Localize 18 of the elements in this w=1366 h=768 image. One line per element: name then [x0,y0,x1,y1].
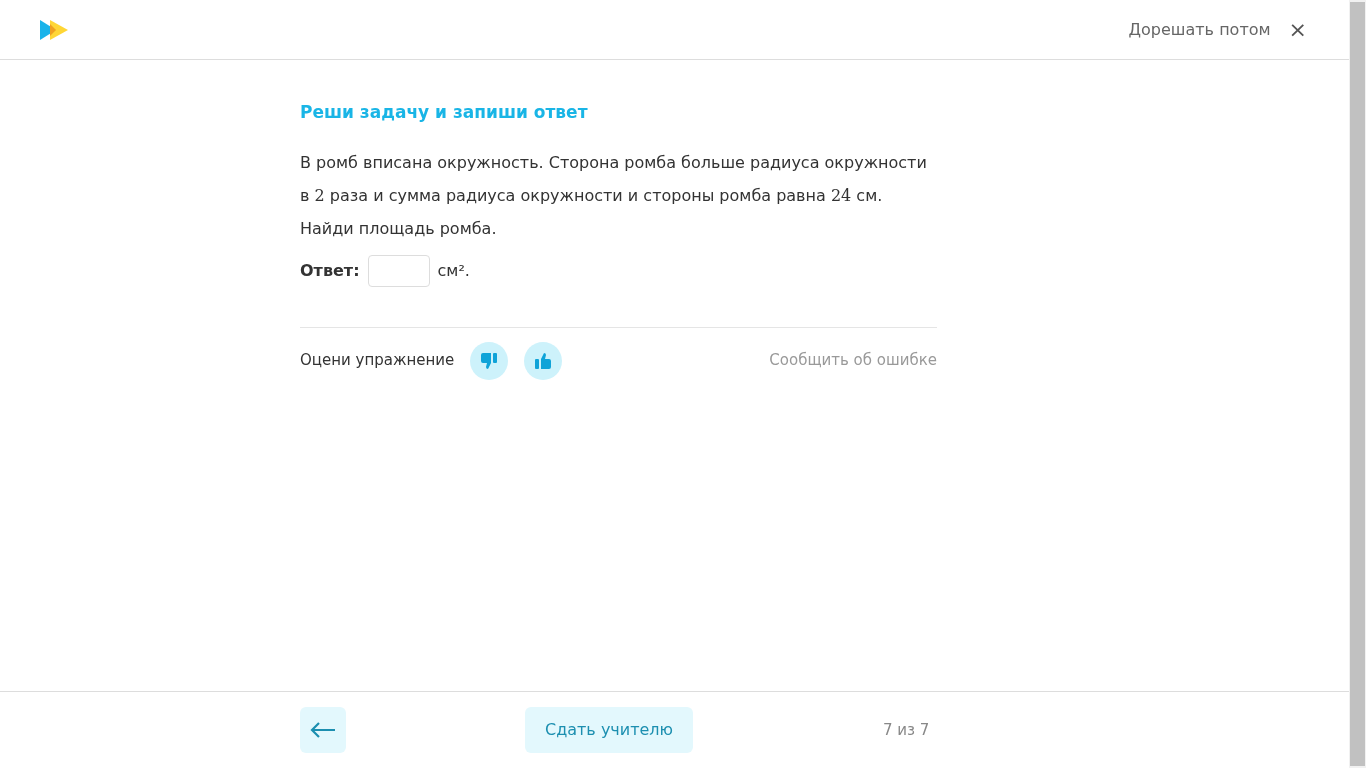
logo-icon [38,18,70,41]
unit-label: см². [437,259,470,282]
scrollbar[interactable] [1349,0,1366,768]
back-button[interactable] [300,707,346,753]
like-button[interactable] [524,341,563,380]
dislike-button[interactable] [470,341,509,380]
answer-field[interactable] [367,254,430,287]
back-arrow-icon [310,721,336,739]
thumbs-up-icon [534,351,553,370]
submit-button[interactable]: Сдать учителю [525,707,694,753]
thumbs-down-icon [480,351,499,370]
task-title: Реши задачу и запиши ответ [300,101,589,124]
close-button[interactable]: × [1286,18,1309,41]
problem-text: В ромб вписана окружность. Сторона ромба больше радиуса окружности в 2 раза и сумма радиуса окружности и стороны ромба равна 24 см. Найди площадь ромба. [300,151,928,240]
rate-label: Оцени упражнение [300,350,455,372]
postpone-link[interactable]: Дорешать потом [1128,17,1271,42]
answer-label: Ответ: [300,259,360,282]
progress-counter: 7 из 7 [883,719,930,741]
